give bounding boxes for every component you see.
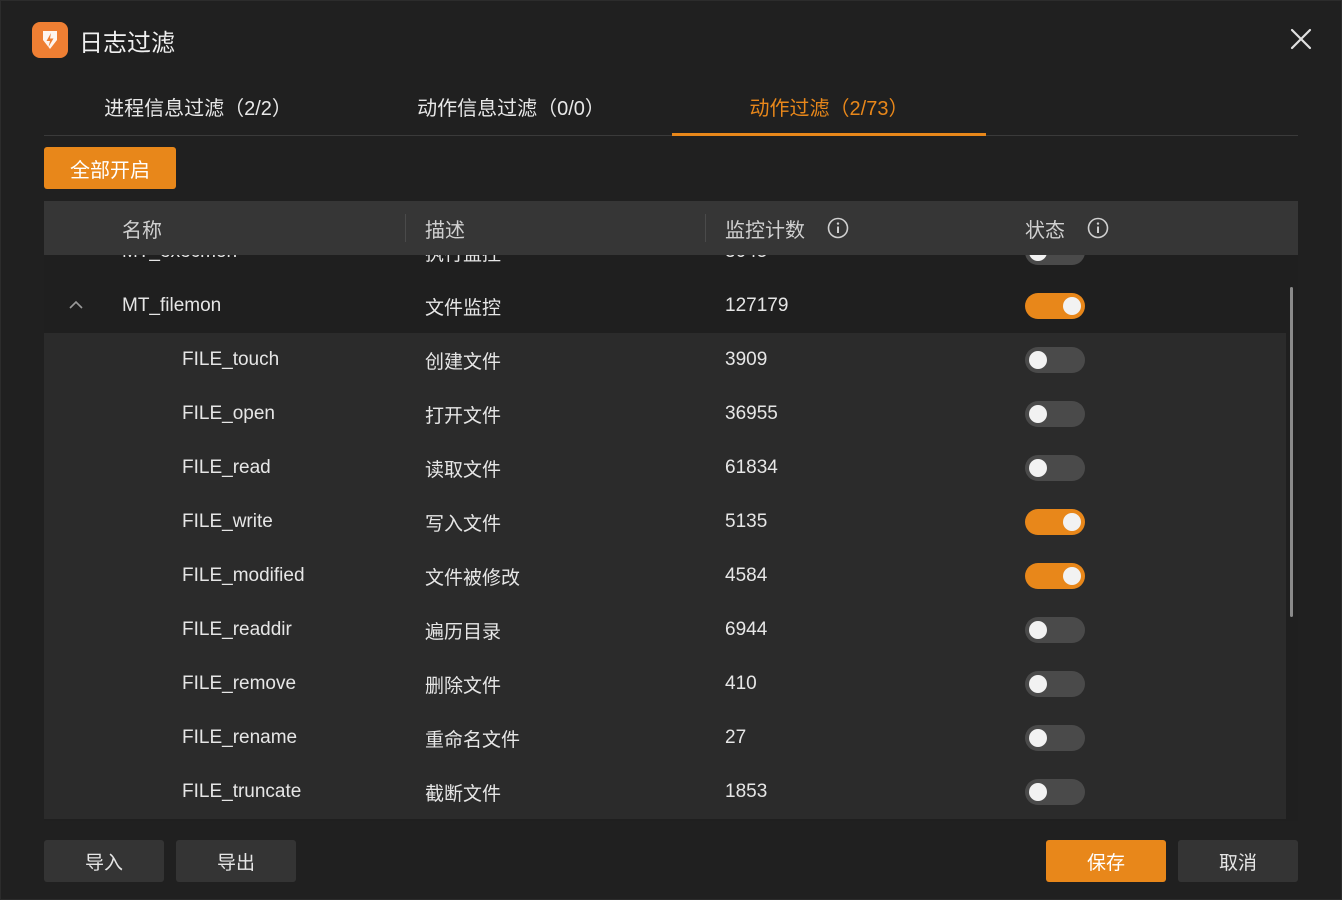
row-count: 61834 bbox=[725, 457, 778, 478]
toggle-knob bbox=[1029, 351, 1047, 369]
tab-action-filter[interactable]: 动作过滤（2/73） bbox=[672, 77, 986, 135]
lightning-shield-icon bbox=[32, 22, 68, 58]
export-button[interactable]: 导出 bbox=[176, 840, 296, 882]
cancel-button[interactable]: 取消 bbox=[1178, 840, 1298, 882]
toggle-knob bbox=[1029, 729, 1047, 747]
row-name: FILE_remove bbox=[182, 673, 297, 694]
tab-process-info-filter[interactable]: 进程信息过滤（2/2） bbox=[58, 77, 338, 135]
table-row[interactable]: FILE_remove 删除文件 410 bbox=[44, 657, 1286, 711]
table-row[interactable]: FILE_truncate 截断文件 1853 bbox=[44, 765, 1286, 819]
column-divider bbox=[705, 214, 706, 242]
toggle-knob bbox=[1063, 567, 1081, 585]
toggle-knob bbox=[1029, 675, 1047, 693]
save-button[interactable]: 保存 bbox=[1046, 840, 1166, 882]
column-header-status[interactable]: 状态 bbox=[1025, 201, 1109, 255]
row-description: 截断文件 bbox=[425, 783, 502, 805]
row-count: 4584 bbox=[725, 565, 768, 586]
row-name: FILE_rename bbox=[182, 727, 298, 748]
toggle-knob bbox=[1063, 297, 1081, 315]
status-toggle[interactable] bbox=[1025, 509, 1085, 535]
column-header-count-label: 监控计数 bbox=[725, 219, 805, 242]
status-toggle[interactable] bbox=[1025, 347, 1085, 373]
column-header-status-label: 状态 bbox=[1025, 219, 1065, 242]
row-count: 6944 bbox=[725, 619, 768, 640]
row-name: FILE_modified bbox=[182, 565, 305, 586]
column-header-description[interactable]: 描述 bbox=[425, 201, 465, 255]
tab-action-info-filter[interactable]: 动作信息过滤（0/0） bbox=[370, 77, 652, 135]
log-filter-dialog: 日志过滤 进程信息过滤（2/2） 动作信息过滤（0/0） 动作过滤（2/73） … bbox=[0, 0, 1342, 900]
action-filter-table: 名称 描述 监控计数 状态 MT_execmon 执行监控 3045 bbox=[44, 201, 1298, 821]
table-row[interactable]: FILE_read 读取文件 61834 bbox=[44, 441, 1286, 495]
row-count: 36955 bbox=[725, 403, 778, 424]
row-count: 3909 bbox=[725, 349, 768, 370]
row-name: FILE_truncate bbox=[182, 781, 302, 802]
close-icon[interactable] bbox=[1285, 23, 1317, 55]
table-row[interactable]: FILE_open 打开文件 36955 bbox=[44, 387, 1286, 441]
row-description: 打开文件 bbox=[425, 405, 502, 427]
table-row[interactable]: FILE_readdir 遍历目录 6944 bbox=[44, 603, 1286, 657]
row-count: 27 bbox=[725, 727, 747, 748]
row-description: 创建文件 bbox=[425, 351, 502, 373]
row-description: 文件监控 bbox=[425, 297, 502, 319]
info-icon[interactable] bbox=[1087, 217, 1109, 239]
row-description: 遍历目录 bbox=[425, 621, 502, 643]
row-description: 文件被修改 bbox=[425, 567, 521, 589]
info-icon[interactable] bbox=[827, 217, 849, 239]
status-toggle[interactable] bbox=[1025, 563, 1085, 589]
row-name: FILE_open bbox=[182, 403, 275, 424]
table-row[interactable]: FILE_write 写入文件 5135 bbox=[44, 495, 1286, 549]
toggle-knob bbox=[1063, 513, 1081, 531]
table-row[interactable]: FILE_rename 重命名文件 27 bbox=[44, 711, 1286, 765]
column-header-name[interactable]: 名称 bbox=[122, 201, 162, 255]
row-name: FILE_write bbox=[182, 511, 273, 532]
row-count: 5135 bbox=[725, 511, 768, 532]
title-bar: 日志过滤 bbox=[1, 1, 1341, 77]
status-toggle[interactable] bbox=[1025, 671, 1085, 697]
active-tab-indicator bbox=[672, 133, 986, 136]
toggle-knob bbox=[1029, 459, 1047, 477]
status-toggle[interactable] bbox=[1025, 779, 1085, 805]
status-toggle[interactable] bbox=[1025, 725, 1085, 751]
row-count: 127179 bbox=[725, 295, 789, 316]
table-row[interactable]: FILE_touch 创建文件 3909 bbox=[44, 333, 1286, 387]
status-toggle[interactable] bbox=[1025, 617, 1085, 643]
toggle-knob bbox=[1029, 783, 1047, 801]
status-toggle[interactable] bbox=[1025, 293, 1085, 319]
row-name: FILE_readdir bbox=[182, 619, 292, 640]
row-name: MT_filemon bbox=[122, 295, 222, 316]
dialog-title: 日志过滤 bbox=[79, 30, 175, 57]
row-description: 删除文件 bbox=[425, 675, 502, 697]
row-description: 重命名文件 bbox=[425, 729, 521, 751]
table-row[interactable]: FILE_modified 文件被修改 4584 bbox=[44, 549, 1286, 603]
row-description: 写入文件 bbox=[425, 513, 502, 535]
column-header-count[interactable]: 监控计数 bbox=[725, 201, 849, 255]
status-toggle[interactable] bbox=[1025, 401, 1085, 427]
column-divider bbox=[405, 214, 406, 242]
status-toggle[interactable] bbox=[1025, 455, 1085, 481]
table-header: 名称 描述 监控计数 状态 bbox=[44, 201, 1298, 255]
row-count: 410 bbox=[725, 673, 757, 694]
row-name: FILE_read bbox=[182, 457, 271, 478]
chevron-up-icon[interactable] bbox=[66, 295, 86, 315]
row-description: 读取文件 bbox=[425, 459, 502, 481]
import-button[interactable]: 导入 bbox=[44, 840, 164, 882]
table-scrollbar[interactable] bbox=[1290, 287, 1293, 617]
enable-all-button[interactable]: 全部开启 bbox=[44, 147, 176, 189]
toggle-knob bbox=[1029, 405, 1047, 423]
row-count: 1853 bbox=[725, 781, 768, 802]
row-name: FILE_touch bbox=[182, 349, 280, 370]
toggle-knob bbox=[1029, 621, 1047, 639]
tab-bar: 进程信息过滤（2/2） 动作信息过滤（0/0） 动作过滤（2/73） bbox=[44, 77, 1298, 136]
table-row-group[interactable]: MT_filemon 文件监控 127179 bbox=[44, 279, 1286, 333]
